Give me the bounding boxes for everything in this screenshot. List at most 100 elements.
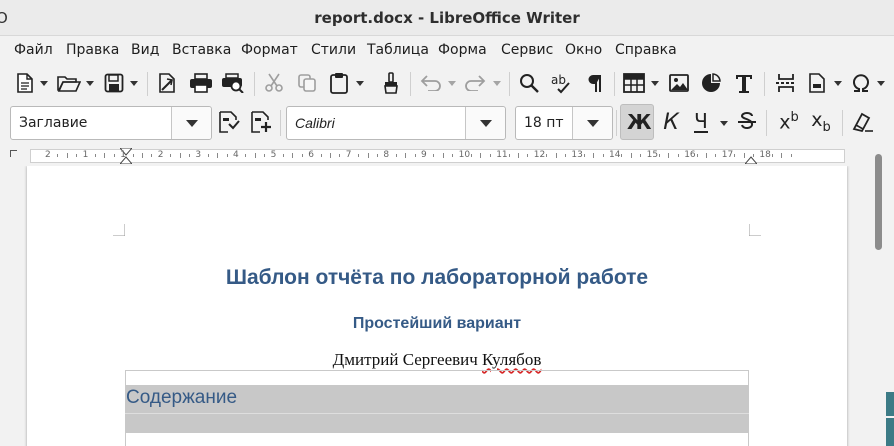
ruler-tick bbox=[743, 153, 745, 158]
update-style-icon[interactable] bbox=[217, 110, 241, 134]
ruler-tick bbox=[151, 154, 153, 157]
ruler-tick bbox=[395, 154, 397, 157]
standard-toolbar: ab bbox=[0, 64, 894, 102]
strikethrough-button[interactable] bbox=[736, 108, 758, 136]
insert-text-box-icon[interactable] bbox=[733, 72, 755, 94]
insert-image-icon[interactable] bbox=[668, 72, 690, 94]
menu-help[interactable]: Справка bbox=[615, 42, 677, 58]
find-replace-icon[interactable] bbox=[518, 72, 540, 94]
ruler-tick bbox=[104, 153, 106, 158]
undo-dropdown-icon[interactable] bbox=[448, 81, 456, 87]
ruler-tick bbox=[301, 154, 303, 157]
spelling-icon[interactable]: ab bbox=[550, 72, 572, 94]
ruler-tick bbox=[113, 154, 115, 157]
formatting-toolbar: Заглавие Calibri 18 пт bbox=[0, 102, 894, 144]
menu-file[interactable]: Файл bbox=[14, 42, 53, 58]
paste-icon[interactable] bbox=[328, 72, 350, 94]
toc-field[interactable] bbox=[125, 413, 749, 433]
ruler-tick bbox=[452, 154, 454, 157]
menu-view[interactable]: Вид bbox=[131, 42, 159, 58]
export-pdf-icon[interactable] bbox=[156, 72, 178, 94]
redo-dropdown-icon[interactable] bbox=[493, 81, 501, 87]
document-area[interactable]: Шаблон отчёта по лабораторной работе Про… bbox=[0, 166, 870, 446]
special-character-dropdown-icon[interactable] bbox=[877, 81, 885, 87]
subscript-button[interactable]: xb bbox=[808, 108, 834, 136]
insert-field-icon[interactable] bbox=[806, 72, 828, 94]
print-preview-icon[interactable] bbox=[220, 72, 246, 94]
print-icon[interactable] bbox=[188, 72, 214, 94]
menu-insert[interactable]: Вставка bbox=[172, 42, 231, 58]
document-subtitle[interactable]: Простейший вариант bbox=[27, 315, 847, 333]
ruler-tick bbox=[179, 153, 181, 158]
right-indent-marker-icon[interactable] bbox=[745, 148, 757, 164]
subscript-mark: b bbox=[822, 119, 831, 135]
special-character-icon[interactable] bbox=[850, 72, 872, 94]
font-name-dropdown-button[interactable] bbox=[465, 107, 505, 139]
menu-edit[interactable]: Правка bbox=[66, 42, 119, 58]
clone-formatting-icon[interactable] bbox=[380, 72, 402, 94]
document-author[interactable]: Дмитрий Сергеевич Кулябов bbox=[27, 350, 847, 370]
insert-chart-icon[interactable] bbox=[700, 72, 722, 94]
paste-dropdown-icon[interactable] bbox=[356, 81, 364, 87]
copy-icon[interactable] bbox=[296, 72, 318, 94]
ruler-tick bbox=[245, 154, 247, 157]
font-size-combo[interactable]: 18 пт bbox=[515, 106, 613, 140]
menu-format[interactable]: Формат bbox=[241, 42, 298, 58]
ruler-tick bbox=[593, 153, 595, 158]
menu-form[interactable]: Форма bbox=[438, 42, 487, 58]
underline-dropdown-icon[interactable] bbox=[720, 121, 728, 127]
paragraph-style-dropdown-button[interactable] bbox=[171, 107, 211, 139]
menu-styles[interactable]: Стили bbox=[311, 42, 356, 58]
insert-table-icon[interactable] bbox=[622, 72, 646, 94]
open-dropdown-icon[interactable] bbox=[86, 81, 94, 87]
menu-window[interactable]: Окно bbox=[565, 42, 602, 58]
formatting-marks-icon[interactable] bbox=[584, 72, 606, 94]
scrollbar-thumb[interactable] bbox=[875, 154, 882, 250]
vertical-scrollbar[interactable] bbox=[870, 146, 894, 446]
document-title[interactable]: Шаблон отчёта по лабораторной работе bbox=[27, 266, 847, 290]
page-break-icon[interactable] bbox=[774, 72, 798, 94]
ruler-tick bbox=[367, 153, 369, 158]
font-size-dropdown-button[interactable] bbox=[572, 107, 612, 139]
redo-icon[interactable] bbox=[463, 72, 487, 94]
paragraph-style-combo[interactable]: Заглавие bbox=[10, 106, 212, 140]
cut-icon[interactable] bbox=[263, 72, 285, 94]
new-style-icon[interactable] bbox=[249, 110, 273, 134]
ruler-tick bbox=[734, 154, 736, 157]
page[interactable]: Шаблон отчёта по лабораторной работе Про… bbox=[27, 166, 847, 446]
ruler-tick bbox=[142, 153, 143, 158]
paragraph-style-value: Заглавие bbox=[19, 115, 88, 131]
underline-button[interactable]: Ч bbox=[690, 108, 712, 136]
save-icon[interactable] bbox=[103, 72, 125, 94]
ruler-tick bbox=[790, 154, 792, 157]
ruler-tick bbox=[76, 154, 78, 157]
ruler-tick bbox=[518, 153, 519, 158]
italic-button[interactable]: К bbox=[660, 108, 682, 136]
bold-button[interactable]: Ж bbox=[620, 104, 654, 140]
separator bbox=[614, 72, 615, 96]
ruler-tick bbox=[489, 154, 491, 157]
new-document-icon[interactable] bbox=[14, 72, 36, 94]
undo-icon[interactable] bbox=[419, 72, 443, 94]
separator bbox=[147, 72, 148, 96]
save-dropdown-icon[interactable] bbox=[130, 81, 138, 87]
ruler-number: 10 bbox=[458, 150, 471, 160]
superscript-button[interactable]: xb bbox=[776, 108, 802, 136]
field-dropdown-icon[interactable] bbox=[834, 81, 842, 87]
ruler-tick bbox=[555, 153, 557, 158]
tab-stop-selector-icon[interactable] bbox=[10, 150, 17, 157]
ruler-number: 12 bbox=[533, 150, 546, 160]
separator bbox=[254, 72, 255, 96]
ruler-number: 1 bbox=[120, 150, 126, 160]
font-name-combo[interactable]: Calibri bbox=[286, 106, 506, 140]
ruler-number: 15 bbox=[646, 150, 659, 160]
clear-formatting-button[interactable] bbox=[850, 108, 876, 136]
menu-table[interactable]: Таблица bbox=[367, 42, 429, 58]
author-name: Дмитрий Сергеевич bbox=[332, 350, 483, 369]
horizontal-ruler[interactable]: 2 1 1 2 3 4 5 6 7 8 9 10 11 12 13 14 15 16 17 18 bbox=[0, 144, 894, 166]
toc-heading[interactable]: Содержание bbox=[125, 385, 749, 413]
new-dropdown-icon[interactable] bbox=[40, 81, 48, 87]
table-dropdown-icon[interactable] bbox=[651, 81, 659, 87]
menu-tools[interactable]: Сервис bbox=[501, 42, 553, 58]
open-folder-icon[interactable] bbox=[56, 72, 82, 94]
